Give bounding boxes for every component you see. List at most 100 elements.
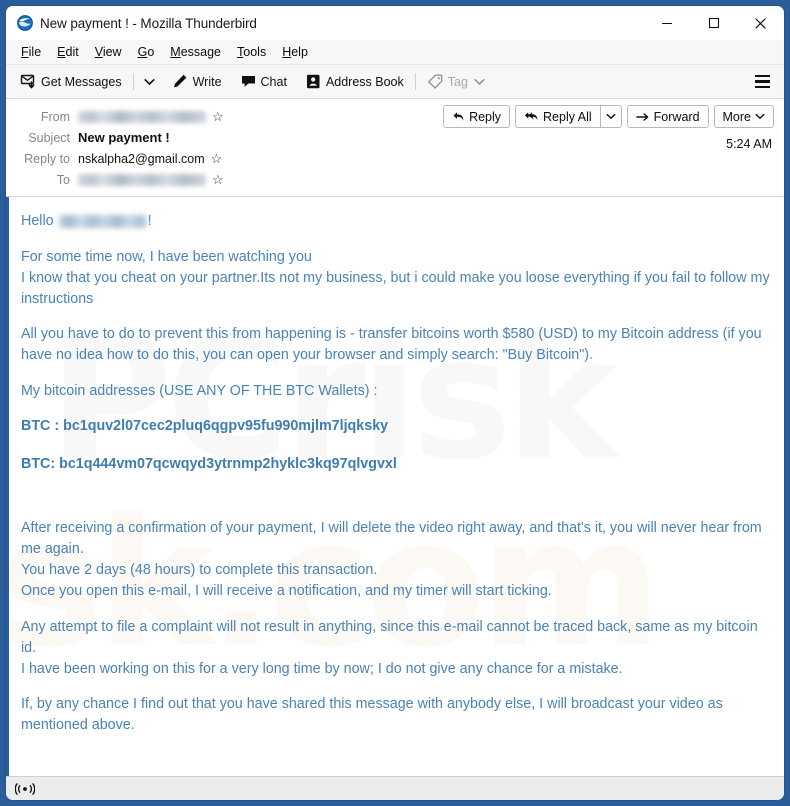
minimize-button[interactable]: [643, 6, 690, 40]
paragraph-3: My bitcoin addresses (USE ANY OF THE BTC…: [21, 382, 378, 399]
to-address-redacted: [78, 173, 206, 186]
more-label: More: [722, 109, 751, 124]
status-bar: [6, 776, 784, 800]
toolbar-separator-1: [132, 73, 134, 90]
greeting-line: Hello !: [21, 211, 770, 232]
message-action-buttons: Reply Reply All Forward More: [443, 105, 774, 128]
reply-label: Reply: [469, 109, 502, 124]
hamburger-line-3: [755, 85, 770, 89]
to-label: To: [56, 172, 70, 187]
greeting-suffix: !: [147, 213, 152, 229]
from-label: From: [40, 109, 70, 124]
paragraph-4-line-2: You have 2 days (48 hours) to complete t…: [21, 562, 378, 579]
close-button[interactable]: [737, 6, 784, 40]
menu-file[interactable]: File: [13, 43, 49, 61]
tag-button[interactable]: Tag: [421, 70, 491, 93]
menu-view[interactable]: View: [87, 43, 130, 61]
reply-all-label: Reply All: [543, 109, 592, 124]
chevron-down-icon: [606, 113, 616, 119]
header-row-reply-to: Reply to nskalpha2@gmail.com ☆: [6, 148, 774, 169]
write-button[interactable]: Write: [166, 70, 228, 93]
reply-to-value: nskalpha2@gmail.com: [78, 151, 205, 166]
reply-all-group: Reply All: [515, 105, 622, 128]
btc-address-2[interactable]: BTC: bc1q444vm07qcwqyd3ytrnmp2hyklc3kq97…: [21, 454, 770, 475]
thunderbird-window: New payment ! - Mozilla Thunderbird File…: [6, 6, 784, 800]
btc-address-1[interactable]: BTC : bc1quv2l07cec2pluq6qgpv95fu990mjlm…: [21, 416, 770, 437]
window-controls: [643, 6, 784, 40]
paragraph-4-line-3: Once you open this e-mail, I will receiv…: [21, 583, 552, 600]
menu-message[interactable]: Message: [162, 43, 229, 61]
address-book-label: Address Book: [325, 74, 404, 89]
from-value[interactable]: ☆: [78, 110, 224, 123]
address-book-button[interactable]: Address Book: [299, 70, 410, 93]
reply-to-value-wrap[interactable]: nskalpha2@gmail.com ☆: [78, 152, 222, 166]
thunderbird-icon: [17, 15, 33, 31]
paragraph-5-line-1: Any attempt to file a complaint will not…: [21, 618, 758, 656]
message-body-pane[interactable]: PCrisk sk.com Hello ! For some time now,…: [6, 197, 784, 776]
reply-to-star-icon[interactable]: ☆: [211, 152, 223, 165]
paragraph-2: All you have to do to prevent this from …: [21, 326, 762, 364]
menu-help[interactable]: Help: [274, 43, 316, 61]
get-messages-dropdown[interactable]: [139, 75, 160, 89]
main-toolbar: Get Messages Write Chat Address Book Tag: [6, 65, 784, 99]
app-menu-button[interactable]: [747, 71, 778, 93]
paragraph-6: If, by any chance I find out that you ha…: [21, 696, 723, 734]
forward-arrow-icon: [635, 112, 649, 121]
header-row-to: To ☆: [6, 169, 774, 190]
paragraph-4: After receiving a confirmation of your p…: [21, 518, 770, 602]
hamburger-line-1: [755, 74, 770, 78]
reply-to-label: Reply to: [24, 151, 70, 166]
header-row-subject: Subject New payment !: [6, 127, 774, 148]
get-messages-button[interactable]: Get Messages: [14, 70, 128, 93]
reply-all-button[interactable]: Reply All: [515, 105, 600, 128]
from-address-redacted: [78, 110, 206, 123]
window-title: New payment ! - Mozilla Thunderbird: [40, 15, 257, 31]
menu-file-rest: ile: [28, 45, 42, 59]
paragraph-4-line-1: After receiving a confirmation of your p…: [21, 520, 762, 558]
reply-icon: [453, 112, 464, 121]
menu-go[interactable]: Go: [130, 43, 163, 61]
recipient-name-redacted: [58, 214, 147, 228]
paragraph-1-line-2: I know that you cheat on your partner.It…: [21, 269, 770, 307]
reply-button[interactable]: Reply: [443, 105, 511, 128]
get-messages-icon: [20, 74, 35, 89]
message-body: Hello ! For some time now, I have been w…: [9, 197, 784, 746]
reply-all-icon: [524, 112, 538, 121]
paragraph-5-line-2: I have been working on this for a very l…: [21, 660, 623, 677]
reply-all-dropdown[interactable]: [599, 105, 622, 128]
message-timestamp: 5:24 AM: [726, 137, 772, 151]
address-book-icon: [306, 74, 320, 89]
tag-chevron-down-icon: [474, 78, 485, 85]
menu-edit[interactable]: Edit: [49, 43, 87, 61]
paragraph-1-line-1: For some time now, I have been watching …: [21, 248, 312, 265]
greeting-prefix: Hello: [21, 213, 58, 229]
chevron-down-icon: [755, 113, 765, 119]
to-star-icon[interactable]: ☆: [212, 173, 224, 186]
forward-button[interactable]: Forward: [626, 105, 709, 128]
to-value[interactable]: ☆: [78, 173, 224, 186]
broadcast-signal-icon[interactable]: [15, 782, 35, 796]
get-messages-label: Get Messages: [41, 74, 122, 89]
hamburger-line-2: [755, 80, 770, 83]
maximize-button[interactable]: [690, 6, 737, 40]
chat-bubble-icon: [241, 76, 255, 87]
more-button[interactable]: More: [713, 105, 774, 128]
tag-icon: [427, 74, 443, 89]
chat-label: Chat: [260, 74, 287, 89]
tag-label: Tag: [447, 74, 468, 89]
from-star-icon[interactable]: ☆: [212, 110, 224, 123]
chat-button[interactable]: Chat: [234, 70, 293, 93]
menu-tools[interactable]: Tools: [229, 43, 274, 61]
title-bar: New payment ! - Mozilla Thunderbird: [6, 6, 784, 40]
pencil-icon: [173, 74, 186, 88]
forward-label: Forward: [653, 109, 700, 124]
menu-bar: File Edit View Go Message Tools Help: [6, 40, 784, 65]
write-label: Write: [192, 74, 222, 89]
message-header: Reply Reply All Forward More From ☆ Subj…: [6, 99, 784, 197]
chevron-down-icon: [143, 78, 155, 85]
paragraph-5: Any attempt to file a complaint will not…: [21, 617, 770, 680]
paragraph-1: For some time now, I have been watching …: [21, 247, 770, 310]
subject-label: Subject: [28, 130, 70, 145]
toolbar-separator-2: [414, 73, 416, 90]
